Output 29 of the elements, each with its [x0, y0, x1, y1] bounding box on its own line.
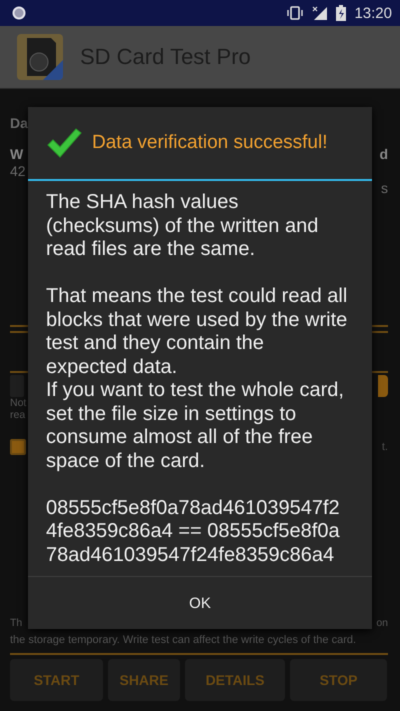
- dialog-message: The SHA hash values (checksums) of the written and read files are the same.: [46, 191, 320, 262]
- label-fragment: 42: [10, 163, 26, 180]
- action-button[interactable]: SHARE: [108, 659, 180, 701]
- action-button[interactable]: START: [10, 659, 103, 701]
- checkbox[interactable]: [10, 439, 26, 455]
- ok-button[interactable]: OK: [28, 577, 372, 629]
- note-fragment: rea: [10, 409, 26, 421]
- vibrate-icon: [286, 6, 304, 20]
- label-fragment: Da: [10, 115, 28, 132]
- label-fragment: t.: [382, 441, 388, 453]
- battery-icon: [336, 5, 346, 21]
- dialog-message: That means the test could read all blocks that were used by the write test and they contain the expected data. If you want to test the whole card, set the file size in settings to consume almost all of the free space of the card.: [46, 285, 348, 473]
- note-fragment: on: [376, 617, 388, 631]
- dialog-message: 08555cf5e8f0a78ad461039547f24fe8359c86a4 == 08555cf5e8f0a78ad461039547f24fe8359c86a4: [46, 496, 341, 567]
- label-fragment: W: [10, 146, 24, 163]
- note-fragment: Th: [10, 617, 22, 631]
- label-fragment: d: [379, 146, 388, 163]
- clock-time: 13:20: [354, 4, 392, 22]
- note-fragment: Not: [10, 397, 26, 409]
- notification-icon: [12, 6, 26, 20]
- note-text: the storage temporary. Write test can affect the write cycles of the card.: [10, 634, 356, 646]
- checkmark-icon: [46, 127, 82, 159]
- action-button[interactable]: [378, 375, 388, 397]
- action-button[interactable]: DETAILS: [185, 659, 285, 701]
- action-button[interactable]: STOP: [290, 659, 387, 701]
- label-fragment: s: [381, 180, 388, 197]
- dialog-title: Data verification successful!: [92, 132, 328, 154]
- sd-card-icon: [17, 34, 63, 80]
- signal-icon: [312, 6, 328, 20]
